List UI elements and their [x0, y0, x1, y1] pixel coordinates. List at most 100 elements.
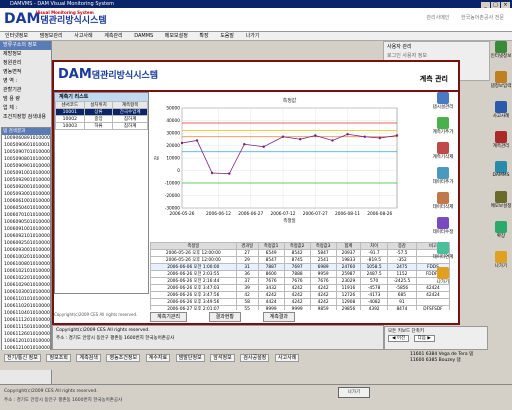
nav-item-inspect[interactable]: 검사공설정 — [240, 354, 270, 362]
right-btn-measure[interactable]: 계측관리 — [490, 131, 512, 155]
right-btn-exit[interactable]: 나가기 — [490, 251, 512, 275]
table-row[interactable]: 2006-06-26 오전 2:03:55 36 8600 7888 9959 25987… — [150, 270, 450, 278]
dam-search-results[interactable]: 댐 검색결과 1009060891010000 1005090601010001 1… — [1, 127, 51, 359]
nav-item-search[interactable]: 계측검색 — [76, 354, 101, 362]
sensor-col-item[interactable]: 계측항목 — [112, 101, 148, 109]
table-row[interactable]: 2006-06-06 오전 1:00:00 31 7887 7697 6989 24760… — [150, 263, 450, 271]
list-item[interactable]: 1006100801010000 — [3, 261, 50, 268]
table-header[interactable]: 측정값1 — [257, 242, 285, 250]
list-item[interactable]: 1005093001010000 — [3, 191, 50, 198]
list-item[interactable]: 1006061001010000 — [3, 198, 50, 205]
list-item[interactable]: 1006092101010000 — [3, 233, 50, 240]
sensor-row[interactable]: 10001 상류 간극수압계 — [55, 108, 148, 116]
nav-item-info[interactable]: 정보조회 — [46, 354, 71, 362]
menu-item-extend[interactable]: 확장 — [199, 33, 208, 39]
list-item[interactable]: 1006120101010000 — [3, 338, 50, 345]
list-item[interactable]: 1006100201010000 — [3, 254, 50, 261]
menu-item-memo[interactable]: 메모보설정 — [165, 33, 188, 39]
exit-button[interactable]: 나가기 — [338, 387, 370, 398]
btn-link-data[interactable]: 데이터연계 — [428, 242, 458, 264]
nav-item-farm[interactable]: 영농조건정보 — [106, 354, 141, 362]
prev-button[interactable]: ◀ 이전 — [388, 335, 410, 342]
right-btn-extend[interactable]: 확장 — [490, 221, 512, 245]
menu-item-damms[interactable]: DAMMS — [134, 33, 153, 39]
table-row[interactable]: 2006-05-26 오후 12:00:00 29 8547 8745 2541 1983… — [150, 256, 450, 264]
btn-delete-data[interactable]: 데이터삭제 — [428, 192, 458, 214]
table-header[interactable]: 증감 — [386, 242, 417, 250]
table-row[interactable]: 2006-06-27 오후 2:01:07 55 9999 9999 9859 29856… — [150, 305, 450, 310]
table-header[interactable]: 합계 — [335, 242, 362, 250]
list-item[interactable]: 1006110201010000 — [3, 303, 50, 310]
list-item[interactable]: 1009060891010000 — [3, 135, 50, 142]
btn-exit-dialog[interactable]: 나가기 — [428, 267, 458, 289]
btn-edit-data[interactable]: 데이터수정 — [428, 217, 458, 239]
table-header[interactable]: 측정값2 — [283, 242, 311, 250]
sensor-col-code[interactable]: 센서코드 — [55, 101, 85, 109]
list-item[interactable]: 1005090801010000 — [3, 156, 50, 163]
list-item[interactable]: 1006091001010000 — [3, 226, 50, 233]
list-item[interactable]: 1006102901010000 — [3, 282, 50, 289]
list-item[interactable]: 1005090701010000 — [3, 149, 50, 156]
btn-delete-sensor[interactable]: 계측기삭제 — [428, 142, 458, 164]
list-item[interactable]: 1006102201010000 — [3, 275, 50, 282]
right-btn-memo[interactable]: 메모보설정 — [490, 191, 512, 215]
nav-item-dam-end[interactable]: 댐말단정보 — [175, 354, 205, 362]
list-item[interactable]: 1006110101010000 — [3, 296, 50, 303]
btn-add-data[interactable]: 데이터추가 — [428, 167, 458, 189]
menu-item-measure[interactable]: 계측관리 — [104, 33, 122, 39]
right-btn-internet[interactable]: 인터넷정보 — [490, 41, 512, 65]
list-item[interactable]: 1005092901010000 — [3, 177, 50, 184]
list-item[interactable]: 1006093001010000 — [3, 247, 50, 254]
table-row[interactable]: 2006-06-26 오후 3:49:56 58 4424 4242 4242 12908… — [150, 298, 450, 306]
next-button[interactable]: 다음 ▶ — [413, 335, 435, 342]
list-item[interactable]: 1006092501010000 — [3, 240, 50, 247]
data-point — [299, 138, 302, 141]
right-btn-accidents[interactable]: 사고사례 — [490, 101, 512, 125]
list-item[interactable]: 1006103001010000 — [3, 289, 50, 296]
menu-item-dam-info[interactable]: 댐정보관리 — [40, 33, 63, 39]
list-item[interactable]: 1005092001010000 — [3, 184, 50, 191]
tab-measure-result[interactable]: 계측결과 — [262, 312, 296, 322]
nav-item-accident[interactable]: 사고사례 — [274, 354, 300, 362]
nav-item-electric[interactable]: 전기/통신 정보 — [4, 354, 41, 362]
tab-sensor-manage[interactable]: 계측기관리 — [150, 312, 188, 322]
menu-item-accidents[interactable]: 사고사례 — [74, 33, 92, 39]
header-link-org[interactable]: 한국농어촌공사 전문 — [461, 15, 504, 21]
list-item[interactable]: 1005091001010000 — [3, 170, 50, 177]
right-btn-dam-input[interactable]: 댐정보입력 — [490, 71, 512, 95]
sensor-row[interactable]: 10002 중앙 침하계 — [55, 115, 148, 123]
list-item[interactable]: 1006070101010000 — [3, 212, 50, 219]
list-item[interactable]: 1006111501010000 — [3, 324, 50, 331]
list-item[interactable]: 1006090501010000 — [3, 219, 50, 226]
list-item[interactable]: 1005090901010000 — [3, 163, 50, 170]
table-row[interactable]: 2006-06-26 오후 3:47:56 42 4242 4242 4242 12726… — [150, 291, 450, 299]
right-btn-damms[interactable]: DAMMS — [490, 161, 512, 185]
sensor-row[interactable]: 10003 하류 침하계 — [55, 122, 148, 130]
table-cell: 6989 — [309, 263, 337, 271]
list-item[interactable]: 1006110401010000 — [3, 310, 50, 317]
table-row[interactable]: 2006-05-26 오후 12:00:00 27 6549 8542 5847 2093… — [150, 249, 450, 257]
table-header[interactable]: 측정값3 — [309, 242, 337, 250]
header-link-main[interactable]: 관리사메인 — [426, 15, 449, 21]
list-item[interactable]: 1006102101010000 — [3, 268, 50, 275]
list-item[interactable]: 1006050401010000 — [3, 205, 50, 212]
table-row[interactable]: 2006-06-26 오후 3:47:03 39 3432 4242 4242 11916… — [150, 284, 450, 292]
nav-item-data[interactable]: 계수자료 — [145, 354, 171, 362]
btn-facility[interactable]: 댐시설관리 — [428, 92, 458, 114]
menu-item-internet[interactable]: 인터넷정보 — [5, 33, 28, 39]
sensor-col-location[interactable]: 설치위치 — [83, 101, 114, 109]
table-header[interactable]: 차이 — [360, 242, 388, 250]
table-header[interactable]: 경과일 — [235, 242, 259, 250]
list-item[interactable]: 1006112601010000 — [3, 331, 50, 338]
nav-item-rock[interactable]: 암석정보 — [210, 354, 235, 362]
btn-add-sensor[interactable]: 계측기추가 — [428, 117, 458, 139]
table-row[interactable]: 2006-06-26 오전 2:16:44 37 7676 7676 7676 23029… — [150, 277, 450, 285]
list-item[interactable]: 1006111201010000 — [3, 317, 50, 324]
menu-item-help[interactable]: 도움말 — [220, 33, 234, 39]
menu-item-exit[interactable]: 나가기 — [246, 33, 260, 39]
measure-data-table[interactable]: 측정일 경과일 측정값1 측정값2 측정값3 합계 차이 증감 비고 2006-05-26 오후… — [150, 242, 450, 310]
chart-title: 측정값 — [283, 97, 297, 104]
list-item[interactable]: 1005090601010001 — [3, 142, 50, 149]
tab-result-status[interactable]: 결과현황 — [208, 312, 242, 322]
table-header[interactable]: 측정일 — [150, 242, 237, 250]
